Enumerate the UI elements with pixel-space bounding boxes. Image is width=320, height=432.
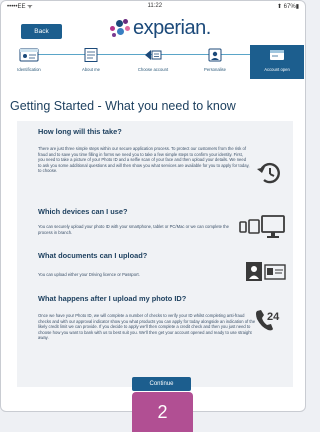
clock: 11:22 <box>147 3 163 9</box>
logo-text: experian. <box>133 17 211 39</box>
phone-24-icon: 24 <box>256 310 280 331</box>
page-title: Getting Started - What you need to know <box>10 99 236 113</box>
id-card-icon <box>19 48 39 62</box>
step-label: Identification <box>17 67 41 72</box>
header: Back experian. <box>1 11 305 45</box>
page-number-badge: 2 <box>132 392 193 432</box>
step-identification: Identification <box>2 45 56 79</box>
step-personalise: Personalise <box>188 45 242 79</box>
svg-text:24: 24 <box>267 311 280 323</box>
clock-history-icon <box>257 162 280 184</box>
account-open-icon <box>270 50 284 60</box>
step-about-me: About me <box>64 45 118 79</box>
status-bar: •••••EE ᯤ 11:22 ⬆ 67%▮ <box>1 1 305 11</box>
devices-icon <box>239 215 285 238</box>
choose-account-icon <box>145 50 162 60</box>
logo-dots-icon <box>109 18 131 39</box>
section-text: Once we have your Photo ID, we will comp… <box>38 313 256 341</box>
section-text: You can securely upload your photo ID wi… <box>38 224 229 235</box>
info-panel: How long will this take? There are just … <box>17 121 293 387</box>
section-question: How long will this take? <box>38 127 122 136</box>
step-choose-account: Choose account <box>126 45 180 79</box>
experian-logo: experian. <box>109 17 211 40</box>
step-label: Personalise <box>204 67 226 72</box>
step-account-open: Account open <box>250 45 304 79</box>
section-text: There are just three simple steps within… <box>38 146 250 174</box>
carrier-signal: •••••EE ᯤ <box>7 4 33 10</box>
section-question: Which devices can I use? <box>38 207 128 216</box>
step-label: About me <box>82 67 100 72</box>
documents-icon <box>246 262 286 281</box>
step-label: Choose account <box>137 67 169 72</box>
form-icon <box>84 48 98 62</box>
continue-button[interactable]: Continue <box>132 377 191 391</box>
section-question: What documents can I upload? <box>38 251 148 260</box>
app-frame: •••••EE ᯤ 11:22 ⬆ 67%▮ Back experian. Id… <box>0 0 306 412</box>
personalise-icon <box>208 48 222 62</box>
progress-steps: Identification About me Choose account P… <box>1 45 305 79</box>
section-text: You can upload either your Driving licen… <box>38 272 140 277</box>
section-question: What happens after I upload my photo ID? <box>38 294 187 303</box>
battery-indicator: ⬆ 67%▮ <box>276 3 299 10</box>
step-label: Account open <box>264 67 290 72</box>
back-button[interactable]: Back <box>21 24 62 39</box>
